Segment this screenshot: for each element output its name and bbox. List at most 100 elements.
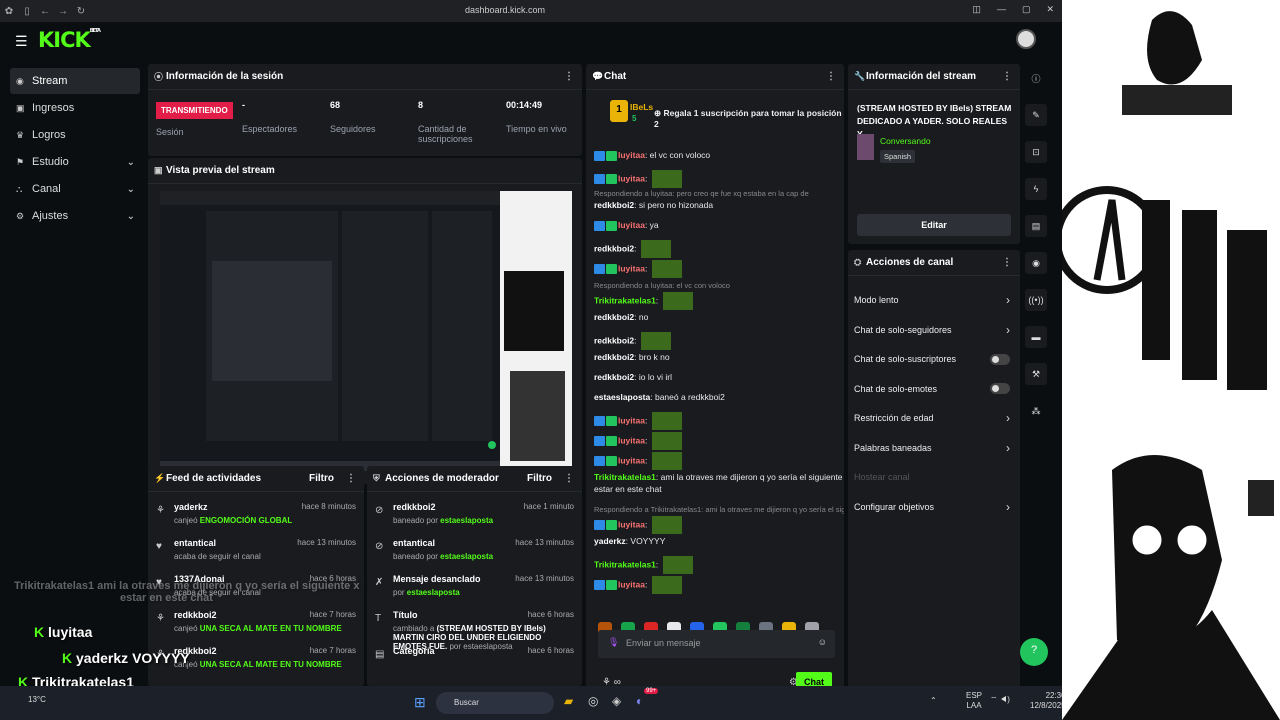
- taskbar-search[interactable]: Buscar: [436, 692, 554, 714]
- chat-message[interactable]: redkkboi2:: [594, 240, 671, 258]
- filter-button[interactable]: Filtro: [309, 473, 334, 484]
- chat-username[interactable]: luyitaa: [618, 415, 645, 425]
- wrench-tool-icon[interactable]: ⚒: [1025, 363, 1047, 385]
- chat-message[interactable]: Trikitrakatelas1: ami la otraves me diji…: [594, 472, 844, 482]
- windows-start-icon[interactable]: ⊞: [414, 694, 426, 711]
- chat-message[interactable]: luyitaa:: [594, 516, 682, 534]
- chat-message[interactable]: luyitaa: ya: [594, 220, 659, 231]
- sidebar-item-logros[interactable]: ♛ Logros: [10, 122, 140, 148]
- browser-icon[interactable]: ◈: [612, 694, 621, 708]
- sidebar-item-stream[interactable]: ◉ Stream: [10, 68, 140, 94]
- chat-username[interactable]: redkkboi2: [594, 200, 634, 210]
- channel-action-3[interactable]: Chat de solo-emotes: [854, 379, 1010, 399]
- chat-message[interactable]: luyitaa:: [594, 452, 682, 470]
- chat-username[interactable]: yaderkz: [594, 536, 626, 546]
- microphone-icon[interactable]: 🎙: [608, 637, 619, 648]
- apps-icon[interactable]: ⁂: [1025, 400, 1047, 422]
- chat-username[interactable]: redkkboi2: [594, 335, 634, 345]
- edit-button[interactable]: Editar: [857, 214, 1011, 236]
- sidebar-item-estudio[interactable]: ⚑ Estudio ⌄: [10, 149, 140, 175]
- chat-username[interactable]: luyitaa: [618, 435, 645, 445]
- emoji-icon[interactable]: ☺: [818, 637, 827, 647]
- chat-message[interactable]: redkkboi2: no: [594, 312, 648, 322]
- more-icon[interactable]: ⋮: [564, 71, 574, 82]
- broadcast-icon[interactable]: ((•)): [1025, 289, 1047, 311]
- minimize-icon[interactable]: —: [997, 4, 1006, 15]
- chat-message[interactable]: Trikitrakatelas1:: [594, 556, 693, 574]
- chat-message[interactable]: estaeslaposta: baneó a redkkboi2: [594, 392, 725, 402]
- close-icon[interactable]: ✕: [1046, 4, 1054, 15]
- sidebar-item-ajustes[interactable]: ⚙ Ajustes ⌄: [10, 203, 140, 229]
- chat-message[interactable]: estar en este chat: [594, 484, 662, 494]
- sidebar-item-ingresos[interactable]: ▣ Ingresos: [10, 95, 140, 121]
- channel-action-0[interactable]: Modo lento ›: [854, 290, 1010, 310]
- chat-username[interactable]: redkkboi2: [594, 372, 634, 382]
- chat-username[interactable]: luyitaa: [618, 220, 645, 230]
- kick-logo[interactable]: KICKBETA: [38, 28, 101, 52]
- forward-icon[interactable]: →: [54, 6, 72, 17]
- notes-icon[interactable]: ▤: [1025, 215, 1047, 237]
- chat-username[interactable]: Trikitrakatelas1: [594, 559, 656, 569]
- folder-icon[interactable]: ▰: [564, 694, 573, 708]
- language-indicator[interactable]: ESP LAA: [966, 691, 982, 711]
- filter-button[interactable]: Filtro: [527, 473, 552, 484]
- split-icon[interactable]: ◫: [972, 4, 981, 15]
- chat-username[interactable]: luyitaa: [618, 519, 645, 529]
- gift-prompt[interactable]: ⊕ Regala 1 suscripción para tomar la pos…: [654, 108, 844, 129]
- chat-username[interactable]: luyitaa: [618, 173, 645, 183]
- chat-message[interactable]: luyitaa: el vc con voloco: [594, 150, 710, 161]
- stream-preview-video[interactable]: [160, 191, 572, 471]
- help-icon[interactable]: ?: [1020, 638, 1048, 666]
- toggle-switch[interactable]: [990, 353, 1010, 365]
- chat-message[interactable]: Trikitrakatelas1:: [594, 292, 693, 310]
- reload-icon[interactable]: ↻: [72, 6, 90, 17]
- lightning-icon[interactable]: ϟ: [1025, 178, 1047, 200]
- chat-username[interactable]: redkkboi2: [594, 312, 634, 322]
- clock[interactable]: 22:30 12/8/2025: [1030, 691, 1066, 711]
- chat-username[interactable]: luyitaa: [618, 455, 645, 465]
- avatar[interactable]: [1016, 29, 1036, 49]
- menu-icon[interactable]: ☰: [15, 33, 28, 50]
- channel-action-7[interactable]: Configurar objetivos ›: [854, 497, 1010, 517]
- more-icon[interactable]: ⋮: [826, 71, 836, 82]
- target-icon[interactable]: ⊡: [1025, 141, 1047, 163]
- weather-temp[interactable]: 13°C: [28, 695, 46, 704]
- pen-icon[interactable]: ✎: [1025, 104, 1047, 126]
- chat-message[interactable]: luyitaa:: [594, 260, 682, 278]
- volume-icon[interactable]: ⌔ ◀): [990, 695, 1010, 705]
- app-icon[interactable]: ◎: [588, 694, 598, 708]
- layout-icon[interactable]: ▬: [1025, 326, 1047, 348]
- chat-message[interactable]: luyitaa:: [594, 432, 682, 450]
- browser-menu-icon[interactable]: ✿: [0, 6, 18, 17]
- chat-message[interactable]: luyitaa:: [594, 576, 682, 594]
- channel-action-5[interactable]: Palabras baneadas ›: [854, 438, 1010, 458]
- chat-message[interactable]: redkkboi2: bro k no: [594, 352, 670, 362]
- chat-username[interactable]: luyitaa: [618, 150, 645, 160]
- chat-username[interactable]: Trikitrakatelas1: [594, 295, 656, 305]
- channel-action-2[interactable]: Chat de solo-suscriptores: [854, 349, 1010, 369]
- chat-message[interactable]: luyitaa:: [594, 412, 682, 430]
- more-icon[interactable]: ⋮: [1002, 257, 1012, 268]
- chat-message[interactable]: redkkboi2: si pero no hizonada: [594, 200, 713, 210]
- chat-username[interactable]: Trikitrakatelas1: [594, 472, 656, 482]
- channel-action-1[interactable]: Chat de solo-seguidores ›: [854, 320, 1010, 340]
- more-icon[interactable]: ⋮: [1002, 71, 1012, 82]
- address-bar[interactable]: dashboard.kick.com: [465, 5, 545, 15]
- chat-message[interactable]: luyitaa:: [594, 170, 682, 188]
- maximize-icon[interactable]: ▢: [1022, 4, 1031, 15]
- more-icon[interactable]: ⋮: [346, 473, 356, 484]
- tray-chevron-icon[interactable]: ⌃: [930, 696, 937, 705]
- chat-username[interactable]: luyitaa: [618, 579, 645, 589]
- category-name[interactable]: Conversando: [880, 136, 931, 146]
- more-icon[interactable]: ⋮: [564, 473, 574, 484]
- chat-username[interactable]: redkkboi2: [594, 352, 634, 362]
- channel-action-4[interactable]: Restricción de edad ›: [854, 408, 1010, 428]
- chat-message[interactable]: redkkboi2: io lo vi irl: [594, 372, 672, 382]
- back-icon[interactable]: ←: [36, 6, 54, 17]
- chat-message[interactable]: yaderkz: VOYYYY: [594, 536, 665, 546]
- chat-username[interactable]: luyitaa: [618, 263, 645, 273]
- chat-username[interactable]: redkkboi2: [594, 243, 634, 253]
- chat-input[interactable]: 🎙 Enviar un mensaje ☺: [598, 630, 835, 658]
- sidebar-item-canal[interactable]: ⛬ Canal ⌄: [10, 176, 140, 202]
- chat-username[interactable]: estaeslaposta: [594, 392, 650, 402]
